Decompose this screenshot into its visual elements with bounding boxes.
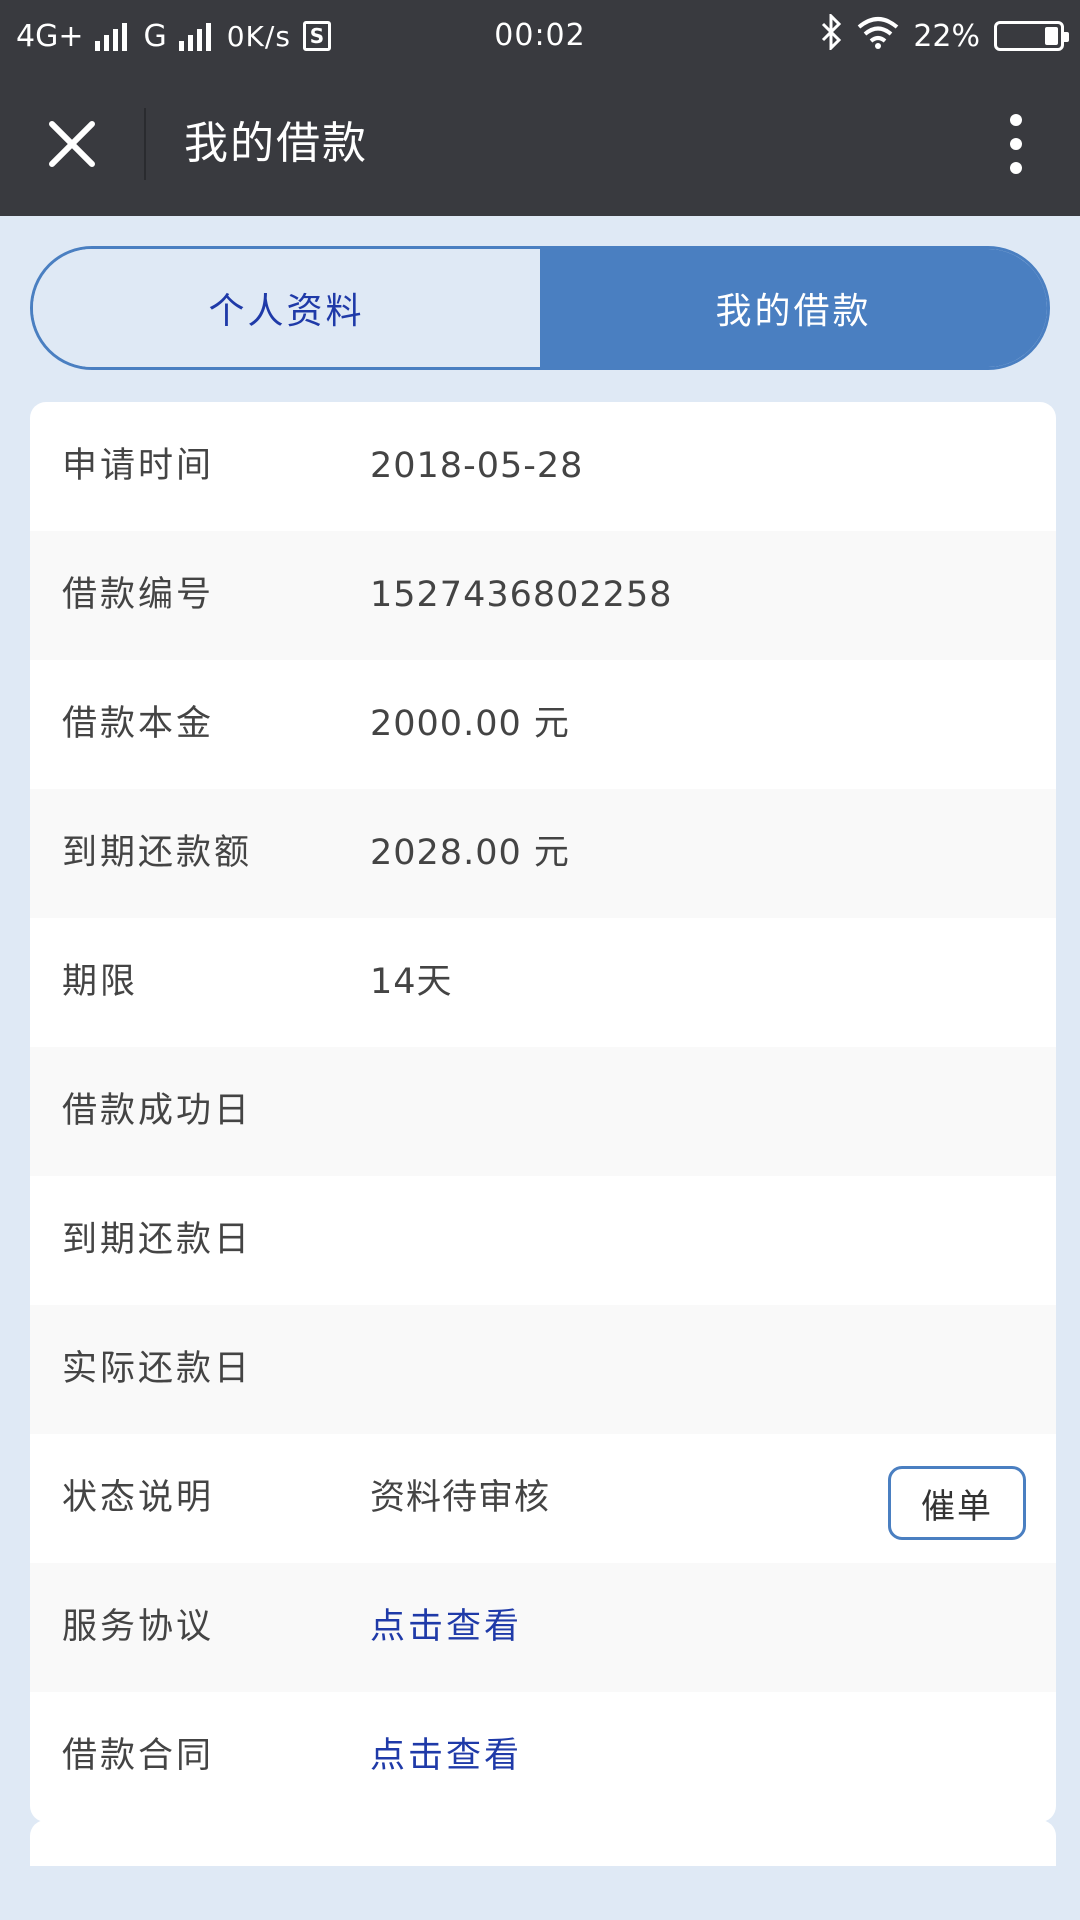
status-bar: 4G+ G 0K/s S 00:02 22% — [0, 0, 1080, 72]
secondary-card — [30, 1820, 1056, 1866]
detail-row-principal: 借款本金 2000.00 元 — [30, 660, 1056, 789]
row-value: 2000.00 元 — [370, 704, 570, 744]
row-value: 2028.00 元 — [370, 833, 570, 873]
detail-row-apply-date: 申请时间 2018-05-28 — [30, 402, 1056, 531]
row-label: 到期还款日 — [62, 1220, 253, 1260]
detail-row-repay-amount: 到期还款额 2028.00 元 — [30, 789, 1056, 918]
wifi-icon — [857, 15, 899, 57]
title-bar: 我的借款 — [0, 72, 1080, 216]
detail-row-due-date: 到期还款日 — [30, 1176, 1056, 1305]
more-options-button[interactable] — [986, 108, 1046, 180]
battery-level-fill — [1045, 27, 1058, 45]
row-label: 状态说明 — [62, 1478, 215, 1518]
detail-row-loan-contract: 借款合同 点击查看 — [30, 1692, 1056, 1821]
row-label: 借款成功日 — [62, 1091, 253, 1131]
row-value: 1527436802258 — [370, 575, 673, 615]
view-loan-contract-link[interactable]: 点击查看 — [370, 1692, 522, 1821]
row-label: 借款本金 — [62, 704, 215, 744]
status-bar-right: 22% — [805, 0, 1069, 72]
row-label: 到期还款额 — [62, 833, 253, 873]
detail-row-loan-number: 借款编号 1527436802258 — [30, 531, 1056, 660]
detail-row-service-agreement: 服务协议 点击查看 — [30, 1563, 1056, 1692]
tab-personal-info[interactable]: 个人资料 — [33, 249, 540, 367]
tab-my-loan[interactable]: 我的借款 — [540, 249, 1047, 367]
detail-row-term: 期限 14天 — [30, 918, 1056, 1047]
row-label: 服务协议 — [62, 1607, 215, 1647]
detail-row-actual-repay-date: 实际还款日 — [30, 1305, 1056, 1434]
row-label: 借款编号 — [62, 575, 215, 615]
row-label: 实际还款日 — [62, 1349, 253, 1389]
detail-row-status: 状态说明 资料待审核 催单 — [30, 1434, 1056, 1563]
title-divider — [144, 108, 146, 180]
row-label: 借款合同 — [62, 1736, 215, 1776]
battery-percent: 22% — [913, 18, 980, 54]
more-vertical-icon — [1010, 114, 1022, 174]
row-label: 期限 — [62, 962, 139, 1002]
status-value: 资料待审核 — [370, 1478, 551, 1518]
detail-row-success-date: 借款成功日 — [30, 1047, 1056, 1176]
segmented-tabs: 个人资料 我的借款 — [30, 246, 1050, 370]
bluetooth-icon — [819, 12, 843, 58]
urge-button[interactable]: 催单 — [888, 1466, 1026, 1540]
row-value: 2018-05-28 — [370, 446, 584, 486]
view-service-agreement-link[interactable]: 点击查看 — [370, 1563, 522, 1692]
close-button[interactable] — [30, 104, 114, 184]
page-title: 我的借款 — [184, 118, 368, 169]
battery-icon — [994, 21, 1069, 51]
close-icon — [49, 121, 95, 167]
loan-details-card: 申请时间 2018-05-28 借款编号 1527436802258 借款本金 … — [30, 402, 1056, 1822]
row-label: 申请时间 — [62, 446, 215, 486]
row-value: 14天 — [370, 962, 453, 1002]
